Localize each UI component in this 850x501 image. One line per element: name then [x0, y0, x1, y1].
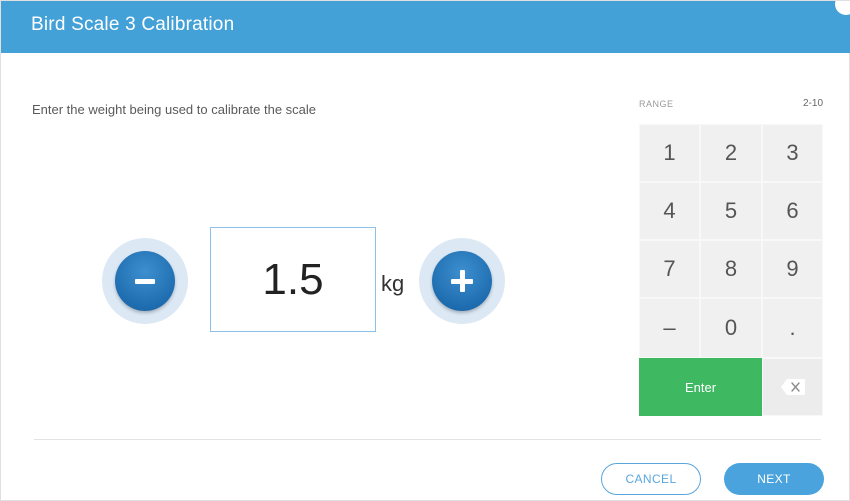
minus-icon: [115, 251, 175, 311]
keypad-enter-button[interactable]: Enter: [639, 358, 762, 416]
keypad-key-3[interactable]: 3: [762, 124, 823, 182]
keypad-key-2[interactable]: 2: [700, 124, 762, 182]
keypad-key-6[interactable]: 6: [762, 182, 823, 240]
weight-unit-label: kg: [381, 271, 405, 296]
next-button[interactable]: NEXT: [724, 463, 824, 495]
numeric-keypad: 1 2 3 4 5 6 7 8 9 – 0 . Enter: [639, 124, 823, 416]
range-value: 2-10: [802, 98, 823, 109]
plus-icon: [432, 251, 492, 311]
cancel-button[interactable]: CANCEL: [601, 463, 701, 495]
corner-decoration: [835, 1, 850, 15]
instruction-text: Enter the weight being used to calibrate…: [32, 102, 317, 117]
increment-button[interactable]: [419, 238, 505, 324]
footer-divider: [34, 439, 821, 440]
keypad-key-7[interactable]: 7: [639, 240, 700, 298]
keypad-key-1[interactable]: 1: [639, 124, 700, 182]
keypad-key-4[interactable]: 4: [639, 182, 700, 240]
decrement-button[interactable]: [102, 238, 188, 324]
keypad-key-minus[interactable]: –: [639, 298, 700, 358]
keypad-backspace-button[interactable]: [762, 358, 823, 416]
keypad-key-decimal[interactable]: .: [762, 298, 823, 358]
keypad-key-9[interactable]: 9: [762, 240, 823, 298]
dialog-title: Bird Scale 3 Calibration: [31, 14, 235, 35]
keypad-key-0[interactable]: 0: [700, 298, 762, 358]
keypad-key-5[interactable]: 5: [700, 182, 762, 240]
backspace-icon: [780, 378, 806, 396]
range-label: RANGE: [639, 99, 674, 109]
keypad-key-8[interactable]: 8: [700, 240, 762, 298]
calibration-dialog: Bird Scale 3 Calibration Enter the weigh…: [0, 0, 850, 501]
weight-value-display[interactable]: 1.5: [210, 227, 376, 332]
dialog-header: Bird Scale 3 Calibration: [1, 1, 850, 53]
